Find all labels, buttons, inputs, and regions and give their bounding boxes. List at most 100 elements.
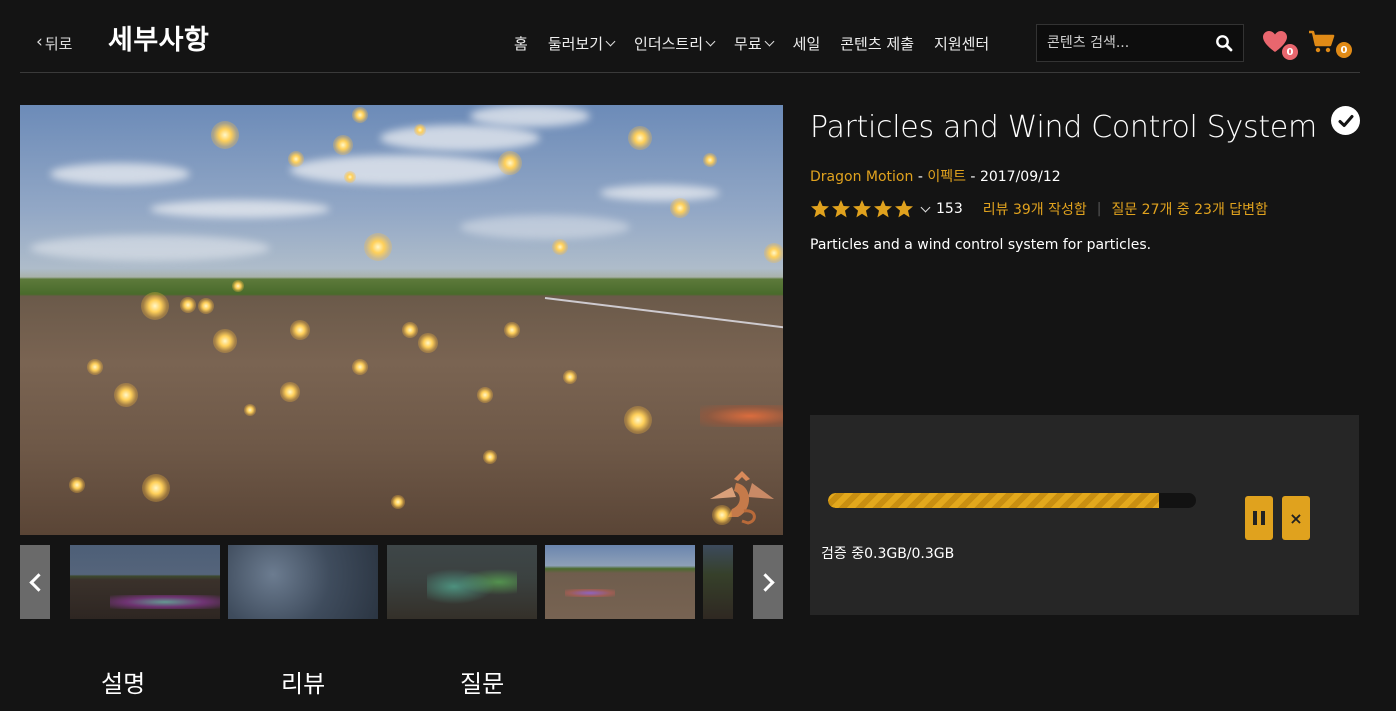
cart-icon [1309, 30, 1335, 53]
reviews-link[interactable]: 리뷰 39개 작성함 [983, 199, 1087, 219]
thumbnail-4[interactable] [545, 545, 695, 619]
rating-row: 153 리뷰 39개 작성함 | 질문 27개 중 23개 답변함 [810, 199, 1268, 219]
page-title: 세부사항 [108, 25, 210, 56]
road-line [544, 297, 783, 329]
light-particle [290, 320, 310, 340]
light-particle [232, 280, 244, 292]
light-particle [344, 171, 356, 183]
cloud [150, 200, 330, 218]
cloud [30, 235, 270, 261]
cloud [380, 125, 540, 151]
light-particle [364, 233, 392, 261]
main-nav: 홈 둘러보기 인더스트리 무료 세일 콘텐츠 제출 지원센터 [514, 33, 1009, 54]
particle-streak [700, 405, 783, 427]
cloud [460, 215, 630, 239]
cancel-download-button[interactable]: × [1282, 496, 1310, 540]
light-particle [712, 505, 732, 525]
cloud [470, 105, 590, 127]
star-icon [811, 200, 829, 218]
light-particle [552, 239, 568, 255]
download-status: 검증 중0.3GB/0.3GB [821, 546, 955, 562]
light-particle [87, 359, 103, 375]
light-particle [211, 121, 239, 149]
light-particle [213, 329, 237, 353]
light-particle [352, 359, 368, 375]
thumbnail-2[interactable] [228, 545, 378, 619]
light-particle [628, 126, 652, 150]
light-particle [288, 151, 304, 167]
light-particle [764, 243, 783, 263]
back-button[interactable]: ‹ 뒤로 [36, 33, 72, 54]
search-box [1036, 24, 1244, 62]
light-particle [624, 406, 652, 434]
nav-item-free[interactable]: 무료 [734, 33, 775, 54]
chevron-right-icon [755, 572, 775, 592]
download-panel: × 검증 중0.3GB/0.3GB [810, 415, 1359, 615]
divider: | [1096, 201, 1102, 217]
nav-item-browse[interactable]: 둘러보기 [548, 33, 616, 54]
chevron-down-icon [764, 36, 775, 47]
tab-questions[interactable]: 질문 [460, 664, 504, 699]
light-particle [198, 298, 214, 314]
light-particle [142, 474, 170, 502]
light-particle [141, 292, 169, 320]
back-label: 뒤로 [44, 35, 73, 53]
nav-item-sale[interactable]: 세일 [793, 33, 821, 54]
questions-link[interactable]: 질문 27개 중 23개 답변함 [1111, 199, 1267, 219]
pause-button[interactable] [1245, 496, 1273, 540]
wishlist-button[interactable]: 0 [1262, 30, 1298, 60]
download-progress-fill [828, 493, 1160, 508]
tab-description[interactable]: 설명 [101, 664, 145, 699]
nav-item-support[interactable]: 지원센터 [934, 33, 989, 54]
light-particle [418, 333, 438, 353]
cloud [600, 185, 720, 201]
thumbnail-next-button[interactable] [753, 545, 783, 619]
star-icon [895, 200, 913, 218]
light-particle [244, 404, 256, 416]
category-link[interactable]: 이펙트 [927, 169, 966, 185]
search-input[interactable] [1037, 35, 1205, 51]
light-particle [504, 322, 520, 338]
chevron-down-icon [705, 36, 716, 47]
product-main-image[interactable] [20, 105, 783, 535]
light-particle [280, 382, 300, 402]
chevron-down-icon[interactable] [920, 202, 931, 212]
pause-icon [1251, 511, 1267, 525]
nav-item-industry[interactable]: 인더스트리 [634, 33, 716, 54]
star-icon [853, 200, 871, 218]
owned-check-icon [1331, 106, 1360, 135]
search-icon[interactable] [1215, 34, 1233, 52]
wishlist-count-badge: 0 [1282, 44, 1298, 60]
cloud [290, 155, 510, 185]
nav-item-home[interactable]: 홈 [514, 33, 528, 54]
light-particle [180, 297, 196, 313]
light-particle [498, 151, 522, 175]
chevron-left-icon: ‹ [36, 32, 43, 52]
light-particle [402, 322, 418, 338]
light-particle [391, 495, 405, 509]
light-particle [352, 107, 368, 123]
star-icon [832, 200, 850, 218]
light-particle [69, 477, 85, 493]
cart-count-badge: 0 [1336, 42, 1352, 58]
rating-stars[interactable] [810, 199, 914, 219]
product-meta: Dragon Motion - 이펙트 - 2017/09/12 [810, 169, 1061, 185]
thumbnail-5[interactable] [703, 545, 733, 619]
light-particle [333, 135, 353, 155]
download-progress-bar [828, 493, 1196, 508]
tab-reviews[interactable]: 리뷰 [281, 664, 325, 699]
close-icon: × [1289, 508, 1303, 528]
publisher-link[interactable]: Dragon Motion [810, 169, 913, 185]
light-particle [477, 387, 493, 403]
nav-item-submit-content[interactable]: 콘텐츠 제출 [840, 33, 914, 54]
thumbnail-3[interactable] [387, 545, 537, 619]
thumbnail-prev-button[interactable] [20, 545, 50, 619]
chevron-left-icon [28, 572, 48, 592]
light-particle [483, 450, 497, 464]
cloud [50, 163, 190, 185]
light-particle [563, 370, 577, 384]
thumbnail-1[interactable] [70, 545, 220, 619]
light-particle [114, 383, 138, 407]
chevron-down-icon [605, 36, 616, 47]
cart-button[interactable]: 0 [1308, 30, 1352, 60]
